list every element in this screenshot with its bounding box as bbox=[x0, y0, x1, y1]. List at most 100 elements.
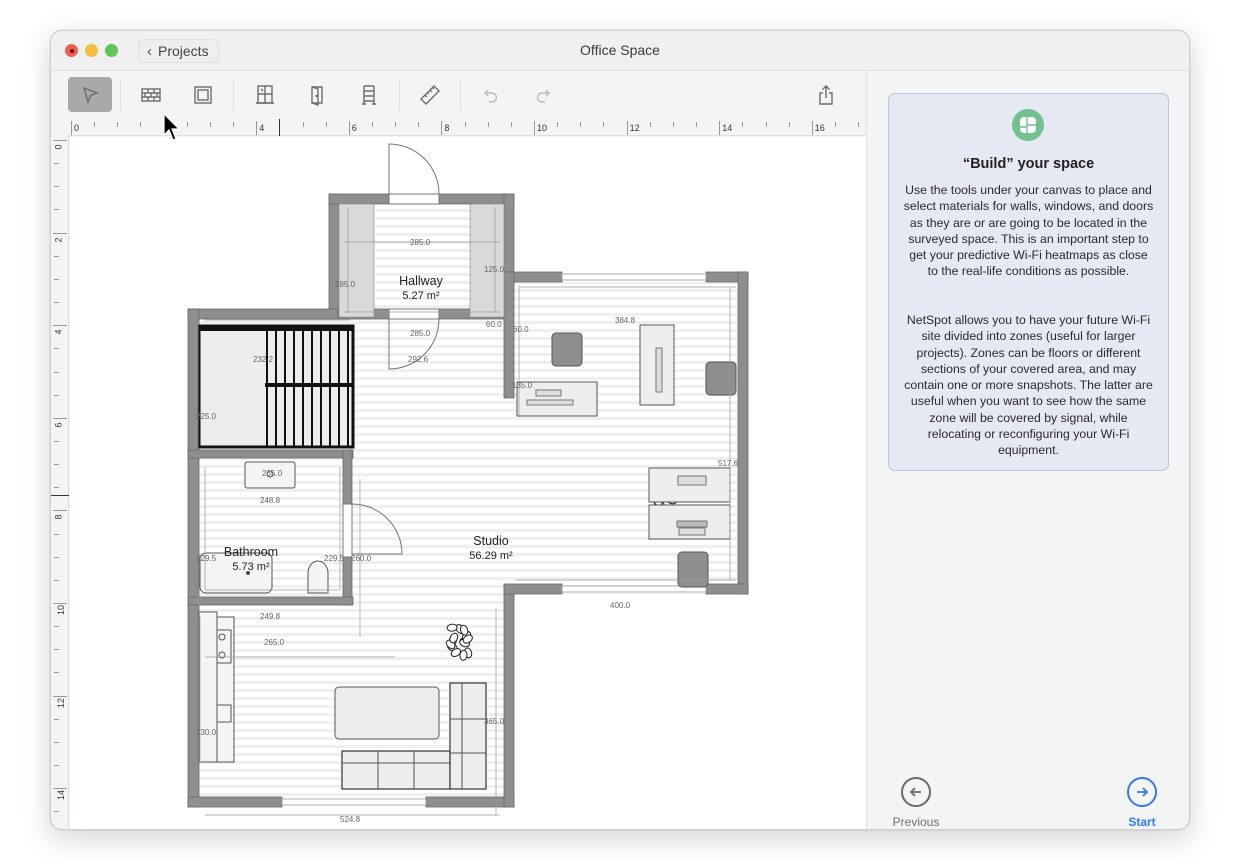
room-name-bathroom: Bathroom bbox=[224, 545, 278, 559]
measure-tool[interactable] bbox=[408, 77, 452, 112]
ruler-position-marker bbox=[279, 119, 280, 136]
ruler-label: 0 bbox=[74, 123, 80, 133]
info-paragraph-2: NetSpot allows you to have your future W… bbox=[904, 313, 1153, 458]
floorplan-drawing: 285.0 285.0 185.0 125.0 60.0 60.0 384.8 … bbox=[187, 143, 749, 824]
ruler-tick bbox=[140, 122, 142, 127]
ruler-label: 14 bbox=[56, 790, 67, 801]
ruler-tick bbox=[348, 121, 350, 135]
ruler-tick bbox=[53, 695, 67, 697]
ruler-tick bbox=[534, 121, 535, 135]
door-icon bbox=[311, 85, 323, 106]
room-square-icon bbox=[194, 85, 212, 104]
ruler-tick bbox=[441, 121, 443, 135]
ruler-tick bbox=[510, 122, 512, 127]
ruler-position-marker bbox=[51, 495, 69, 496]
ruler-tick bbox=[54, 255, 59, 257]
arrow-left-circle-icon bbox=[901, 777, 931, 807]
ruler-tick bbox=[54, 811, 59, 813]
ruler-tick bbox=[54, 348, 59, 350]
ladder-stairs-icon bbox=[362, 84, 376, 105]
room-area-bathroom: 5.73 m² bbox=[232, 561, 270, 573]
floorplan-canvas[interactable]: 285.0 285.0 185.0 125.0 60.0 60.0 384.8 … bbox=[70, 137, 866, 829]
door-tool[interactable] bbox=[295, 77, 339, 112]
ruler-label: 6 bbox=[351, 123, 357, 133]
undo-arrow-icon bbox=[484, 89, 498, 103]
dimension-label: 265.0 bbox=[264, 638, 285, 647]
ruler-tick bbox=[54, 765, 59, 767]
dimension-label: 229.5 bbox=[324, 554, 345, 563]
ruler-tick bbox=[649, 122, 651, 127]
undo-button[interactable] bbox=[469, 77, 513, 112]
app-window: ‹ Projects Office Space 0 4 6 8 10 12 14… bbox=[50, 30, 1190, 830]
ruler-tick bbox=[371, 122, 373, 127]
ruler-tick bbox=[788, 122, 790, 127]
room-name-hallway: Hallway bbox=[399, 274, 444, 288]
wall-tool[interactable] bbox=[129, 77, 173, 112]
ruler-corner bbox=[51, 119, 69, 136]
share-button[interactable] bbox=[804, 77, 848, 112]
title-bar: ‹ Projects Office Space bbox=[51, 31, 1189, 71]
redo-arrow-icon bbox=[536, 89, 550, 103]
ruler-tick bbox=[418, 122, 420, 127]
vertical-ruler[interactable]: 0 2 4 6 8 10 12 14 bbox=[51, 136, 69, 829]
dimension-label: 400.0 bbox=[610, 601, 631, 610]
guide-panel: “Build” your space Use the tools under y… bbox=[867, 71, 1189, 829]
toolbar-divider bbox=[233, 79, 234, 111]
ruler-tick bbox=[487, 122, 489, 127]
info-paragraph-1: Use the tools under your canvas to place… bbox=[903, 183, 1154, 279]
ruler-tick bbox=[256, 121, 258, 135]
dimension-label: 285.0 bbox=[410, 329, 431, 338]
room-name-studio: Studio bbox=[473, 534, 508, 548]
ruler-tick bbox=[54, 741, 59, 743]
room-tool[interactable] bbox=[181, 77, 225, 112]
start-planning-button[interactable]: Start planning bbox=[1110, 777, 1174, 829]
ruler-tick bbox=[54, 186, 59, 188]
horizontal-ruler[interactable]: 0246810121416 bbox=[69, 119, 866, 136]
dimension-label: 135.0 bbox=[512, 381, 533, 390]
dimension-label: 249.8 bbox=[260, 612, 281, 621]
redo-button[interactable] bbox=[521, 77, 565, 112]
dimension-label: 292.6 bbox=[408, 355, 429, 364]
pointer-arrow-icon bbox=[82, 86, 99, 104]
ruler-tick bbox=[54, 278, 59, 280]
ruler-tick bbox=[54, 302, 59, 304]
ruler-tick bbox=[71, 121, 72, 135]
dimension-label: 384.8 bbox=[615, 316, 636, 325]
ruler-tick bbox=[834, 122, 836, 127]
dimension-label: 185.0 bbox=[335, 280, 356, 289]
ruler-tick bbox=[395, 122, 397, 127]
ruler-label: 4 bbox=[259, 123, 265, 133]
window-tool[interactable] bbox=[243, 77, 287, 112]
start-planning-label: Start planning bbox=[1128, 815, 1156, 829]
select-tool[interactable] bbox=[68, 77, 112, 112]
room-area-hallway: 5.27 m² bbox=[402, 290, 440, 302]
kitchen-counter bbox=[198, 611, 235, 763]
stairs-tool[interactable] bbox=[347, 77, 391, 112]
ruler-tick bbox=[117, 122, 119, 127]
ruler-tick bbox=[54, 487, 59, 489]
dimension-label: 285.0 bbox=[410, 238, 431, 247]
ruler-tick bbox=[54, 649, 59, 651]
ruler-label: 10 bbox=[537, 123, 548, 133]
toolbar-divider bbox=[460, 79, 461, 111]
ruler-tick bbox=[54, 672, 59, 674]
ruler-tick bbox=[53, 510, 67, 512]
ruler-tick bbox=[94, 122, 96, 127]
ruler-tick bbox=[765, 122, 767, 127]
ruler-tick bbox=[53, 603, 67, 604]
dimension-label: 365.0 bbox=[484, 717, 505, 726]
ruler-tick bbox=[719, 121, 721, 135]
info-card: “Build” your space Use the tools under y… bbox=[888, 93, 1169, 471]
previous-button[interactable]: Previous bbox=[887, 777, 945, 829]
ruler-tick bbox=[580, 122, 582, 127]
ruler-label: 12 bbox=[56, 697, 67, 708]
ruler-tick bbox=[626, 121, 628, 135]
dimension-label: 524.8 bbox=[340, 815, 361, 824]
ruler-label: 10 bbox=[56, 604, 67, 616]
editor-toolbar bbox=[51, 71, 866, 119]
ruler-tick bbox=[54, 533, 59, 535]
ruler-tick bbox=[53, 232, 67, 234]
ruler-tick bbox=[54, 440, 59, 442]
hallway-closet-right bbox=[469, 203, 505, 318]
ruler-label: 14 bbox=[722, 123, 733, 133]
